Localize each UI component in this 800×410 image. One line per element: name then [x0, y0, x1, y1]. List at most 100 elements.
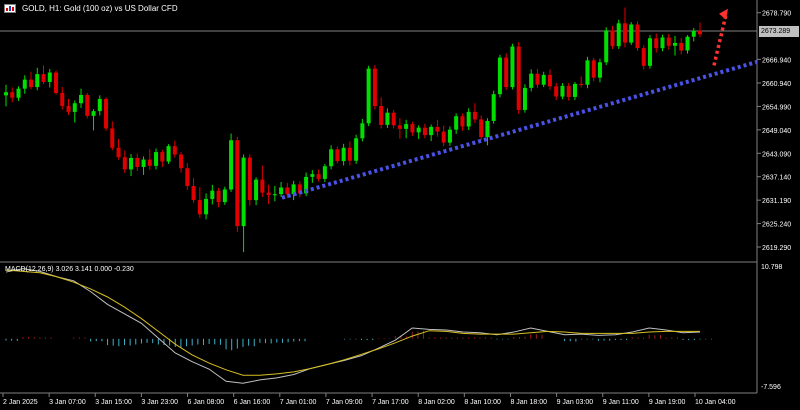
candle-body [460, 116, 465, 127]
candle-body [516, 46, 521, 110]
candle [585, 56, 590, 89]
candle-body [129, 157, 134, 170]
candle [504, 53, 509, 90]
price-label: 2666.940 [762, 57, 791, 64]
candle-body [316, 174, 321, 179]
candle [516, 42, 521, 114]
candle-body [379, 105, 384, 125]
candle-body [447, 129, 452, 143]
candle-body [385, 112, 390, 125]
time-label: 3 Jan 15:00 [95, 399, 132, 406]
candle-body [691, 30, 696, 37]
candle [366, 65, 371, 127]
candle-body [622, 23, 627, 43]
candle-body [122, 157, 127, 170]
candle [229, 133, 234, 192]
candle-body [616, 23, 621, 47]
candle-body [366, 68, 371, 124]
candle-body [335, 149, 340, 162]
price-label: 2660.940 [762, 81, 791, 88]
candle-body [66, 105, 71, 112]
time-label: 3 Jan 07:00 [49, 399, 86, 406]
candle [616, 19, 621, 49]
candle-body [235, 140, 240, 227]
candle-body [454, 116, 459, 130]
time-label: 10 Jan 04:00 [695, 399, 736, 406]
candle-body [79, 94, 84, 104]
candle-body [222, 189, 227, 203]
candle-body [135, 157, 140, 168]
candle-body [391, 112, 396, 126]
price-label: 2637.140 [762, 175, 791, 182]
candle-body [116, 147, 121, 158]
candle-body [666, 37, 671, 46]
candle-body [191, 185, 196, 201]
candle [54, 70, 59, 95]
candle-body [47, 72, 52, 82]
candle-body [422, 127, 427, 136]
candle [166, 144, 171, 164]
candle [641, 45, 646, 70]
candle-body [604, 30, 609, 63]
time-label: 7 Jan 01:00 [280, 399, 317, 406]
candle-body [247, 157, 252, 201]
candle-body [197, 200, 202, 215]
candle-body [147, 159, 152, 166]
candle-body [72, 103, 77, 112]
price-label: 2643.090 [762, 151, 791, 158]
candle-body [479, 119, 484, 138]
time-label: 9 Jan 03:00 [557, 399, 594, 406]
candle [497, 54, 502, 98]
candle-body [472, 111, 477, 120]
candle-body [635, 24, 640, 49]
candle-body [97, 98, 102, 112]
macd-axis-min: -7.596 [761, 384, 781, 391]
candle-body [185, 168, 190, 186]
price-label: 2678.790 [762, 11, 791, 18]
candle-body [341, 147, 346, 162]
candle-body [566, 85, 571, 97]
chart-canvas[interactable]: 2678.790 2666.940 2660.940 2654.990 2649.040… [0, 0, 800, 410]
candle-body [491, 94, 496, 121]
time-label: 2 Jan 2025 [3, 399, 38, 406]
candle-body [104, 98, 109, 129]
candle-body [16, 88, 21, 98]
time-label: 8 Jan 18:00 [510, 399, 547, 406]
candle-body [647, 38, 652, 66]
price-label: 2619.290 [762, 245, 791, 252]
candle-body [141, 159, 146, 168]
candle-body [685, 36, 690, 51]
candle-body [372, 68, 377, 106]
candle-body [310, 174, 315, 177]
candle-body [435, 126, 440, 132]
macd-axis-max: 10.798 [761, 264, 783, 271]
candle-body [35, 74, 40, 88]
candle-body [54, 72, 59, 93]
candle-body [329, 149, 334, 167]
candle-body [85, 94, 90, 116]
candle-body [91, 111, 96, 116]
candle-body [260, 179, 265, 193]
candle-body [529, 73, 534, 88]
candle [247, 154, 252, 206]
candle-body [535, 73, 540, 85]
candle-body [654, 38, 659, 49]
candle [604, 27, 609, 66]
chart-window-icon[interactable] [4, 4, 16, 13]
candle [85, 92, 90, 119]
candle-body [560, 85, 565, 97]
candle-body [416, 127, 421, 133]
time-label: 8 Jan 02:00 [418, 399, 455, 406]
candle [354, 134, 359, 164]
candle [104, 97, 109, 131]
candle-body [554, 86, 559, 97]
candle [629, 22, 634, 45]
candle-body [22, 79, 27, 89]
candle-body [29, 79, 34, 88]
time-label: 9 Jan 11:00 [603, 399, 639, 406]
price-label: 2625.240 [762, 222, 791, 229]
candle-body [660, 37, 665, 49]
chart-background [0, 0, 800, 410]
candle-body [272, 194, 277, 196]
candle-body [266, 192, 271, 195]
